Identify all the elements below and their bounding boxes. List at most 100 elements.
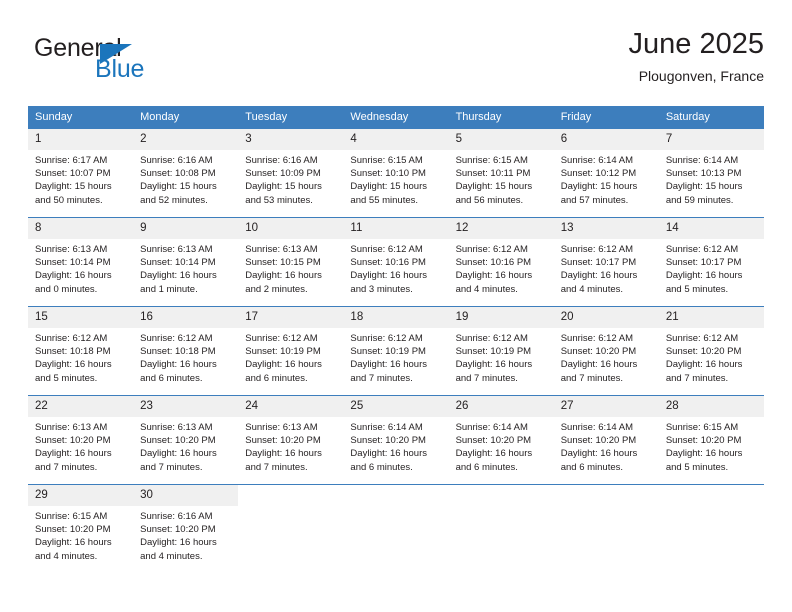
day-details: Sunrise: 6:13 AM Sunset: 10:14 PM Daylig… [28, 239, 133, 296]
sunrise-text: Sunrise: 6:12 AM [350, 244, 423, 255]
day-details: Sunrise: 6:13 AM Sunset: 10:20 PM Daylig… [238, 417, 343, 474]
daylight-text-line2: and 7 minutes. [140, 461, 203, 473]
sunrise-text: Sunrise: 6:12 AM [140, 333, 213, 344]
daylight-text-line2: and 59 minutes. [665, 194, 734, 206]
day-cell[interactable]: 26 Sunrise: 6:14 AM Sunset: 10:20 PM Day… [448, 395, 554, 485]
daylight-text-line1: Daylight: 15 hours [560, 181, 638, 193]
day-cell[interactable]: 4 Sunrise: 6:15 AM Sunset: 10:10 PM Dayl… [343, 128, 449, 218]
day-number [238, 485, 344, 494]
day-cell[interactable]: 2 Sunrise: 6:16 AM Sunset: 10:08 PM Dayl… [133, 128, 239, 218]
day-details: Sunrise: 6:17 AM Sunset: 10:07 PM Daylig… [28, 150, 133, 207]
sunrise-sunset-calendar: Sunday Monday Tuesday Wednesday Thursday… [28, 106, 764, 573]
sunrise-text: Sunrise: 6:13 AM [35, 244, 108, 255]
sunset-text: Sunset: 10:14 PM [140, 257, 216, 269]
weekday-header-row: Sunday Monday Tuesday Wednesday Thursday… [28, 106, 764, 129]
daylight-text-line1: Daylight: 15 hours [350, 181, 427, 193]
page-header: General Blue June 2025 Plougonven, Franc… [28, 26, 764, 98]
day-details: Sunrise: 6:15 AM Sunset: 10:11 PM Daylig… [449, 150, 554, 207]
daylight-text-line2: and 7 minutes. [665, 372, 729, 384]
daylight-text-line1: Daylight: 16 hours [350, 359, 427, 371]
sunrise-text: Sunrise: 6:13 AM [245, 244, 318, 255]
day-cell[interactable]: 12 Sunrise: 6:12 AM Sunset: 10:16 PM Day… [448, 217, 554, 307]
day-details: Sunrise: 6:14 AM Sunset: 10:20 PM Daylig… [554, 417, 659, 474]
daylight-text-line1: Daylight: 15 hours [665, 181, 743, 193]
day-details: Sunrise: 6:13 AM Sunset: 10:14 PM Daylig… [133, 239, 238, 296]
daylight-text-line1: Daylight: 15 hours [140, 181, 217, 193]
day-cell[interactable]: 1 Sunrise: 6:17 AM Sunset: 10:07 PM Dayl… [28, 128, 134, 218]
sunset-text: Sunset: 10:19 PM [245, 346, 321, 358]
weekday-header-thursday: Thursday [448, 106, 554, 129]
daylight-text-line2: and 4 minutes. [455, 283, 518, 295]
day-details: Sunrise: 6:13 AM Sunset: 10:20 PM Daylig… [28, 417, 133, 474]
day-cell[interactable]: 25 Sunrise: 6:14 AM Sunset: 10:20 PM Day… [343, 395, 449, 485]
day-cell[interactable]: 9 Sunrise: 6:13 AM Sunset: 10:14 PM Dayl… [133, 217, 239, 307]
day-details: Sunrise: 6:12 AM Sunset: 10:19 PM Daylig… [343, 328, 448, 385]
daylight-text-line2: and 2 minutes. [245, 283, 308, 295]
daylight-text-line2: and 55 minutes. [350, 194, 419, 206]
daylight-text-line1: Daylight: 16 hours [35, 359, 112, 371]
sunset-text: Sunset: 10:20 PM [560, 435, 637, 447]
day-details: Sunrise: 6:14 AM Sunset: 10:20 PM Daylig… [343, 417, 448, 474]
day-cell[interactable]: 29 Sunrise: 6:15 AM Sunset: 10:20 PM Day… [28, 484, 134, 573]
sunset-text: Sunset: 10:18 PM [35, 346, 111, 358]
sunrise-text: Sunrise: 6:12 AM [455, 333, 528, 344]
daylight-text-line1: Daylight: 16 hours [35, 270, 112, 282]
day-cell[interactable]: 10 Sunrise: 6:13 AM Sunset: 10:15 PM Day… [238, 217, 344, 307]
day-cell[interactable]: 11 Sunrise: 6:12 AM Sunset: 10:16 PM Day… [343, 217, 449, 307]
daylight-text-line2: and 3 minutes. [350, 283, 413, 295]
sunrise-text: Sunrise: 6:13 AM [140, 244, 213, 255]
sunset-text: Sunset: 10:15 PM [245, 257, 321, 269]
day-cell[interactable]: 21 Sunrise: 6:12 AM Sunset: 10:20 PM Day… [658, 306, 764, 396]
day-cell[interactable]: 6 Sunrise: 6:14 AM Sunset: 10:12 PM Dayl… [553, 128, 659, 218]
day-cell[interactable]: 30 Sunrise: 6:16 AM Sunset: 10:20 PM Day… [133, 484, 239, 573]
day-cell[interactable]: 13 Sunrise: 6:12 AM Sunset: 10:17 PM Day… [553, 217, 659, 307]
day-cell[interactable]: 23 Sunrise: 6:13 AM Sunset: 10:20 PM Day… [133, 395, 239, 485]
day-cell[interactable]: 28 Sunrise: 6:15 AM Sunset: 10:20 PM Day… [658, 395, 764, 485]
day-cell[interactable]: 27 Sunrise: 6:14 AM Sunset: 10:20 PM Day… [553, 395, 659, 485]
day-cell[interactable]: 19 Sunrise: 6:12 AM Sunset: 10:19 PM Day… [448, 306, 554, 396]
daylight-text-line2: and 1 minute. [140, 283, 198, 295]
day-cell[interactable]: 16 Sunrise: 6:12 AM Sunset: 10:18 PM Day… [133, 306, 239, 396]
day-number: 22 [28, 396, 134, 417]
day-cell[interactable]: 17 Sunrise: 6:12 AM Sunset: 10:19 PM Day… [238, 306, 344, 396]
day-number [553, 485, 659, 494]
sunrise-text: Sunrise: 6:14 AM [665, 155, 739, 166]
daylight-text-line1: Daylight: 16 hours [140, 359, 217, 371]
day-number: 18 [343, 307, 449, 328]
sunset-text: Sunset: 10:20 PM [350, 435, 426, 447]
day-cell[interactable]: 5 Sunrise: 6:15 AM Sunset: 10:11 PM Dayl… [448, 128, 554, 218]
day-number: 21 [658, 307, 764, 328]
sunset-text: Sunset: 10:17 PM [665, 257, 742, 269]
sunrise-text: Sunrise: 6:13 AM [35, 422, 108, 433]
calendar-page: General Blue June 2025 Plougonven, Franc… [0, 0, 792, 612]
day-details: Sunrise: 6:16 AM Sunset: 10:08 PM Daylig… [133, 150, 238, 207]
sunrise-text: Sunrise: 6:17 AM [35, 155, 108, 166]
daylight-text-line1: Daylight: 16 hours [35, 537, 112, 549]
sunset-text: Sunset: 10:14 PM [35, 257, 111, 269]
daylight-text-line2: and 6 minutes. [350, 461, 413, 473]
sunset-text: Sunset: 10:17 PM [560, 257, 637, 269]
daylight-text-line1: Daylight: 15 hours [35, 181, 112, 193]
day-number: 23 [133, 396, 239, 417]
day-cell[interactable]: 3 Sunrise: 6:16 AM Sunset: 10:09 PM Dayl… [238, 128, 344, 218]
day-cell[interactable]: 14 Sunrise: 6:12 AM Sunset: 10:17 PM Day… [658, 217, 764, 307]
title-block: June 2025 Plougonven, France [629, 26, 764, 87]
daylight-text-line1: Daylight: 16 hours [140, 537, 217, 549]
day-number [448, 485, 554, 494]
day-cell-empty [448, 484, 554, 573]
general-blue-logo[interactable]: General Blue [34, 34, 234, 90]
daylight-text-line1: Daylight: 16 hours [245, 270, 322, 282]
day-number: 30 [133, 485, 239, 506]
day-cell[interactable]: 20 Sunrise: 6:12 AM Sunset: 10:20 PM Day… [553, 306, 659, 396]
day-number: 5 [448, 129, 554, 150]
sunset-text: Sunset: 10:20 PM [35, 524, 111, 536]
day-cell[interactable]: 24 Sunrise: 6:13 AM Sunset: 10:20 PM Day… [238, 395, 344, 485]
day-cell[interactable]: 22 Sunrise: 6:13 AM Sunset: 10:20 PM Day… [28, 395, 134, 485]
day-cell[interactable]: 7 Sunrise: 6:14 AM Sunset: 10:13 PM Dayl… [658, 128, 764, 218]
sunrise-text: Sunrise: 6:12 AM [560, 244, 634, 255]
day-cell[interactable]: 15 Sunrise: 6:12 AM Sunset: 10:18 PM Day… [28, 306, 134, 396]
day-cell[interactable]: 8 Sunrise: 6:13 AM Sunset: 10:14 PM Dayl… [28, 217, 134, 307]
day-details: Sunrise: 6:12 AM Sunset: 10:20 PM Daylig… [659, 328, 764, 385]
day-cell[interactable]: 18 Sunrise: 6:12 AM Sunset: 10:19 PM Day… [343, 306, 449, 396]
sunrise-text: Sunrise: 6:15 AM [35, 511, 108, 522]
